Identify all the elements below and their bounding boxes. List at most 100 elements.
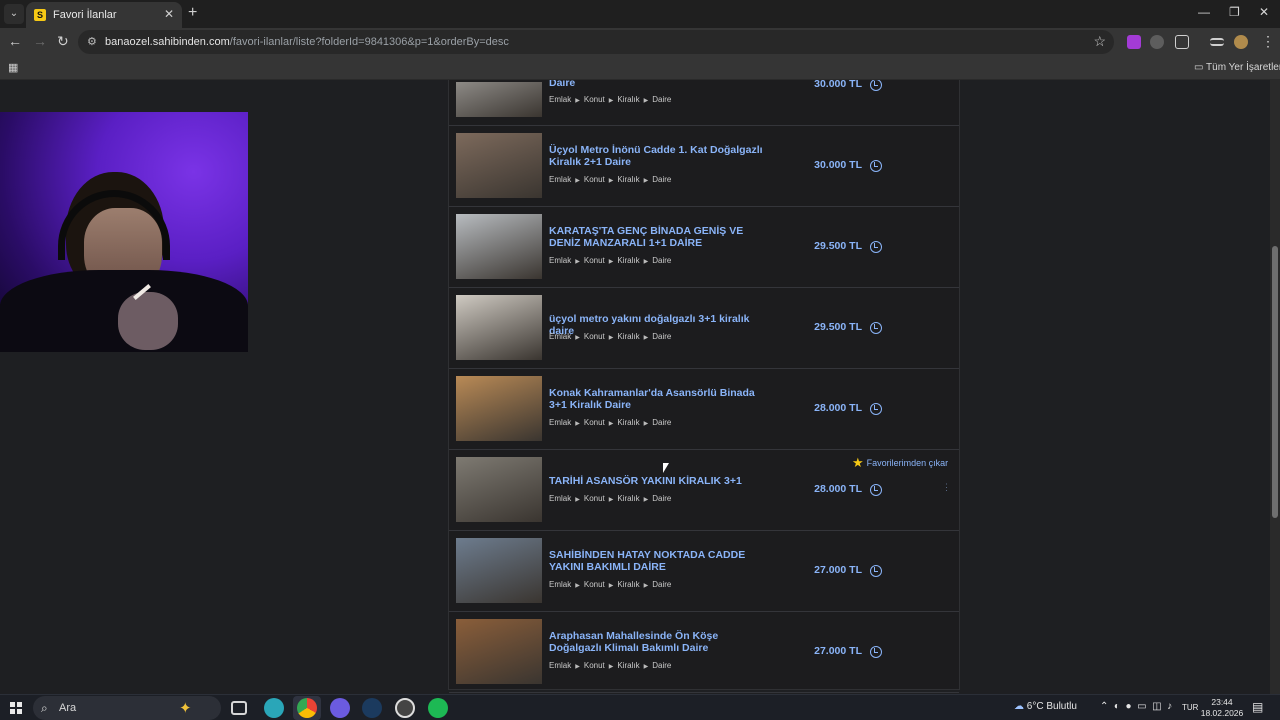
listing-row[interactable]: SAHİBİNDEN HATAY NOKTADA CADDE YAKINI BA… <box>449 531 959 612</box>
price-history-icon[interactable] <box>870 322 882 334</box>
more-options-icon[interactable]: ⋮ <box>942 482 951 493</box>
notification-icon[interactable]: ▤ <box>1252 700 1263 714</box>
extensions-puzzle-icon[interactable] <box>1175 35 1189 49</box>
all-bookmarks-folder[interactable]: ▭ Tüm Yer İşaretleri <box>1194 62 1280 73</box>
chevron-right-icon: ▶ <box>608 497 614 503</box>
listing-thumbnail[interactable] <box>456 376 542 441</box>
minimize-button[interactable]: — <box>1198 5 1210 19</box>
close-window-button[interactable]: ✕ <box>1259 5 1269 19</box>
site-favicon-icon: S <box>34 9 46 21</box>
breadcrumb-item: Emlak <box>549 256 572 265</box>
chevron-right-icon: ▶ <box>575 335 580 341</box>
apps-grid-icon[interactable]: ▦ <box>8 61 18 74</box>
listing-thumbnail[interactable] <box>456 619 542 684</box>
listing-title-link[interactable]: KARATAŞ'TA GENÇ BİNADA GENİŞ VE DENİZ MA… <box>549 225 764 249</box>
chat-app-icon[interactable] <box>330 698 350 718</box>
chevron-right-icon: ▶ <box>643 335 649 341</box>
price-history-icon[interactable] <box>870 403 882 415</box>
bookmark-star-icon[interactable]: ☆ <box>1093 33 1106 50</box>
obs-icon[interactable] <box>395 698 415 718</box>
reading-list-icon[interactable] <box>1210 38 1224 46</box>
chevron-right-icon: ▶ <box>608 664 614 670</box>
new-tab-button[interactable]: + <box>188 4 197 22</box>
breadcrumb-item: Konut <box>583 580 605 589</box>
windows-start-icon[interactable] <box>10 702 22 714</box>
scrollbar-thumb[interactable] <box>1272 246 1278 518</box>
price-history-icon[interactable] <box>870 160 882 172</box>
back-button[interactable]: ← <box>8 33 22 49</box>
chevron-right-icon: ▶ <box>608 583 614 589</box>
price-history-icon[interactable] <box>870 80 882 91</box>
breadcrumb-item: Emlak <box>549 175 572 184</box>
listing-row[interactable]: Daire Emlak ▶ Konut ▶ Kiralık ▶ Daire 30.000 TL <box>449 80 959 126</box>
chevron-right-icon: ▶ <box>643 664 649 670</box>
listing-thumbnail[interactable] <box>456 82 542 117</box>
listing-thumbnail[interactable] <box>456 457 542 522</box>
incognito-icon[interactable] <box>1150 35 1164 49</box>
mouse-cursor <box>663 463 669 473</box>
breadcrumb-item: Kiralık <box>617 175 640 184</box>
listing-price: 28.000 TL <box>814 483 862 495</box>
page-scrollbar[interactable] <box>1270 80 1280 694</box>
steam-icon[interactable] <box>362 698 382 718</box>
listing-row[interactable]: Araphasan Mahallesinde Ön Köşe Doğalgazl… <box>449 612 959 693</box>
url-text: banaozel.sahibinden.com/favori-ilanlar/l… <box>105 36 509 48</box>
breadcrumb-item: Emlak <box>549 332 572 341</box>
forward-button[interactable]: → <box>33 33 47 49</box>
listing-category-breadcrumb: Emlak ▶ Konut ▶ Kiralık ▶ Daire <box>549 95 671 104</box>
clock[interactable]: 23:44 18.02.2026 <box>1200 697 1244 719</box>
chevron-right-icon: ▶ <box>643 98 649 104</box>
spotify-icon[interactable] <box>428 698 448 718</box>
taskbar-search[interactable]: ⌕ Ara ✦ <box>33 696 221 720</box>
tab-active[interactable]: S Favori İlanlar ✕ <box>26 2 182 28</box>
chevron-right-icon: ▶ <box>575 98 580 104</box>
webcam-overlay <box>0 112 248 352</box>
listing-title-link[interactable]: TARİHİ ASANSÖR YAKINI KİRALIK 3+1 <box>549 475 764 487</box>
breadcrumb-item: Konut <box>583 418 605 427</box>
listing-row[interactable]: Konak Kahramanlar'da Asansörlü Binada 3+… <box>449 369 959 450</box>
price-history-icon[interactable] <box>870 484 882 496</box>
address-bar[interactable]: ⚙ banaozel.sahibinden.com/favori-ilanlar… <box>78 30 1114 54</box>
listing-category-breadcrumb: Emlak ▶ Konut ▶ Kiralık ▶ Daire <box>549 175 671 184</box>
listing-title-link[interactable]: SAHİBİNDEN HATAY NOKTADA CADDE YAKINI BA… <box>549 549 764 573</box>
cloud-icon: ☁ <box>1014 701 1024 712</box>
breadcrumb-item: Kiralık <box>617 332 640 341</box>
listing-price: 30.000 TL <box>814 80 862 90</box>
listing-category-breadcrumb: Emlak ▶ Konut ▶ Kiralık ▶ Daire <box>549 332 671 341</box>
remove-favorite-button[interactable]: ★ Favorilerimden çıkar <box>852 455 948 471</box>
weather-widget[interactable]: ☁ 6°C Bulutlu <box>1014 701 1077 712</box>
listing-title-link[interactable]: Üçyol Metro İnönü Cadde 1. Kat Doğalgazl… <box>549 144 764 168</box>
tray-icons[interactable]: ⌃ ◐ ● ▭ ◫ ♪ <box>1100 701 1172 712</box>
price-history-icon[interactable] <box>870 646 882 658</box>
browser-toolbar: ← → ↻ ⚙ banaozel.sahibinden.com/favori-i… <box>0 28 1280 56</box>
profile-avatar[interactable] <box>1234 35 1248 49</box>
listing-category-breadcrumb: Emlak ▶ Konut ▶ Kiralık ▶ Daire <box>549 661 671 670</box>
listing-row[interactable]: üçyol metro yakını doğalgazlı 3+1 kiralı… <box>449 288 959 369</box>
restore-button[interactable]: ❐ <box>1229 5 1240 19</box>
listing-title-link[interactable]: Daire <box>549 80 764 89</box>
listing-thumbnail[interactable] <box>456 133 542 198</box>
chevron-right-icon: ▶ <box>608 421 614 427</box>
menu-dots-icon[interactable]: ⋮ <box>1261 33 1275 50</box>
listing-price: 27.000 TL <box>814 645 862 657</box>
listing-thumbnail[interactable] <box>456 214 542 279</box>
listing-title-link[interactable]: Araphasan Mahallesinde Ön Köşe Doğalgazl… <box>549 630 764 654</box>
reload-button[interactable]: ↻ <box>57 33 69 50</box>
breadcrumb-item: Emlak <box>549 661 572 670</box>
task-view-icon[interactable] <box>231 701 247 715</box>
listing-thumbnail[interactable] <box>456 538 542 603</box>
close-tab-icon[interactable]: ✕ <box>164 7 174 21</box>
app-icon[interactable] <box>264 698 284 718</box>
breadcrumb-item: Daire <box>652 418 672 427</box>
listing-row[interactable]: KARATAŞ'TA GENÇ BİNADA GENİŞ VE DENİZ MA… <box>449 207 959 288</box>
extension-icon[interactable] <box>1127 35 1141 49</box>
price-history-icon[interactable] <box>870 241 882 253</box>
chrome-icon[interactable] <box>297 698 317 718</box>
listing-title-link[interactable]: Konak Kahramanlar'da Asansörlü Binada 3+… <box>549 387 764 411</box>
site-info-icon[interactable]: ⚙ <box>87 35 97 48</box>
input-language[interactable]: TUR <box>1182 703 1198 712</box>
listing-row[interactable]: Üçyol Metro İnönü Cadde 1. Kat Doğalgazl… <box>449 126 959 207</box>
listing-thumbnail[interactable] <box>456 295 542 360</box>
tab-search-button[interactable]: ⌄ <box>4 4 24 24</box>
price-history-icon[interactable] <box>870 565 882 577</box>
